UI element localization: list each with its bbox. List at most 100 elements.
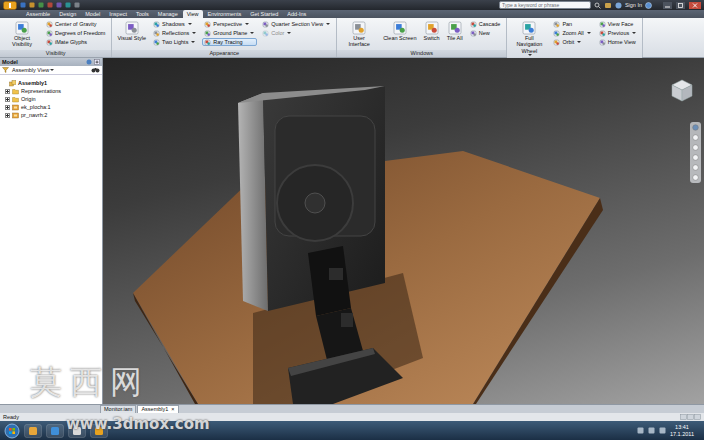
ribbon-button[interactable]: Visual Style	[115, 20, 148, 42]
ribbon-button[interactable]: Reflections	[151, 29, 199, 37]
ribbon-button[interactable]: Two Lights	[151, 38, 199, 46]
expand-toggle[interactable]	[5, 97, 10, 102]
ribbon-button[interactable]: User Interface	[340, 20, 378, 49]
navigation-tool-icon[interactable]	[692, 154, 699, 161]
ribbon-button[interactable]: Center of Gravity	[44, 20, 108, 28]
ribbon-tab[interactable]: Environments	[204, 10, 246, 18]
quick-access-icon[interactable]	[20, 2, 26, 8]
dropdown-arrow-icon[interactable]	[191, 41, 195, 43]
dropdown-arrow-icon[interactable]	[287, 32, 291, 34]
ribbon-button[interactable]: Shadows	[151, 20, 199, 28]
quick-access-icon[interactable]	[29, 2, 35, 8]
tool-icon	[204, 21, 211, 28]
ribbon-button[interactable]: Tile All	[445, 20, 465, 42]
browser-header: Model	[0, 58, 102, 66]
navigation-tool-icon[interactable]	[692, 134, 699, 141]
watermark: 莫西网www.3dmox.com	[30, 364, 210, 433]
expand-toggle[interactable]	[5, 89, 10, 94]
quick-access-icon[interactable]	[74, 2, 80, 8]
document-tab[interactable]: Monitor.iam	[100, 405, 136, 413]
dropdown-arrow-icon[interactable]	[245, 23, 249, 25]
dropdown-arrow-icon[interactable]	[192, 32, 196, 34]
taskbar-app-icon[interactable]	[90, 424, 108, 438]
ribbon-tab[interactable]: View	[183, 10, 203, 18]
ribbon-button[interactable]: Ray Tracing	[202, 38, 257, 46]
navigation-tool-icon[interactable]	[692, 164, 699, 171]
sign-in-link[interactable]: Sign In	[625, 1, 642, 9]
ribbon-tab[interactable]: Assemble	[22, 10, 54, 18]
tool-icon	[553, 30, 560, 37]
ribbon-button[interactable]: Degrees of Freedom	[44, 29, 108, 37]
ribbon-tab[interactable]: Get Started	[246, 10, 282, 18]
tree-item[interactable]: Assembly1	[0, 79, 102, 87]
ribbon-button[interactable]: View Face	[597, 20, 639, 28]
search-icon	[594, 2, 601, 9]
tool-icon	[599, 21, 606, 28]
tool-icon	[553, 21, 560, 28]
tool-icon	[46, 21, 53, 28]
navigation-tool-icon[interactable]	[692, 174, 699, 181]
ribbon-button-label: Perspective	[213, 20, 242, 28]
ribbon-button[interactable]: Ground Plane	[202, 29, 257, 37]
quick-access-icon[interactable]	[47, 2, 53, 8]
navigation-tool-icon[interactable]	[692, 124, 699, 131]
navigation-bar[interactable]	[690, 122, 701, 183]
dropdown-arrow-icon[interactable]	[188, 23, 192, 25]
ribbon-tab[interactable]: Add-Ins	[283, 10, 310, 18]
dropdown-arrow-icon[interactable]	[577, 41, 581, 43]
dropdown-arrow-icon[interactable]	[528, 54, 532, 56]
ribbon-button[interactable]: Switch	[421, 20, 441, 42]
document-tab[interactable]: Assembly1×	[137, 405, 178, 413]
ribbon-button[interactable]: Object Visibility	[3, 20, 41, 49]
quick-access-icon[interactable]	[56, 2, 62, 8]
quick-access-icon[interactable]	[65, 2, 71, 8]
ribbon-button[interactable]: Home View	[597, 38, 639, 46]
ribbon-button[interactable]: Orbit	[551, 38, 593, 46]
tree-item[interactable]: pr_navrh:2	[0, 111, 102, 119]
dropdown-arrow-icon[interactable]	[632, 32, 636, 34]
dropdown-arrow-icon[interactable]	[326, 23, 330, 25]
navigation-tool-icon[interactable]	[692, 144, 699, 151]
ribbon-group-label[interactable]: Appearance	[112, 50, 336, 57]
clock[interactable]: 13:4117.1.2011	[670, 424, 700, 437]
viewcube-icon[interactable]	[668, 76, 696, 104]
start-button-icon[interactable]	[4, 423, 20, 439]
ribbon-group-label[interactable]: Windows	[337, 50, 506, 57]
ribbon-button-label: Color	[271, 29, 284, 37]
assembly-icon	[9, 80, 16, 87]
ribbon-button[interactable]: Full Navigation Wheel	[510, 20, 548, 57]
tree-item[interactable]: Representations	[0, 87, 102, 95]
search-box[interactable]	[499, 1, 591, 9]
ribbon-group-label[interactable]: Visibility	[0, 50, 111, 57]
tree-item[interactable]: ek_plocha:1	[0, 103, 102, 111]
ribbon-button[interactable]: Cascade	[468, 20, 504, 28]
tree-item[interactable]: Origin	[0, 95, 102, 103]
ribbon-tab[interactable]: Manage	[154, 10, 182, 18]
taskbar-app-icon[interactable]	[24, 424, 42, 438]
ribbon-button[interactable]: Pan	[551, 20, 593, 28]
ribbon-tab[interactable]: Inspect	[105, 10, 131, 18]
ribbon-button[interactable]: Perspective	[202, 20, 257, 28]
quick-access-icon[interactable]	[38, 2, 44, 8]
ribbon-button-label: Ground Plane	[213, 29, 247, 37]
dropdown-arrow-icon[interactable]	[250, 32, 254, 34]
ribbon-tab[interactable]: Tools	[132, 10, 153, 18]
expand-toggle[interactable]	[5, 113, 10, 118]
ribbon-tab[interactable]: Design	[55, 10, 80, 18]
taskbar-app-icon[interactable]	[46, 424, 64, 438]
taskbar-app-icon[interactable]	[68, 424, 86, 438]
ribbon-button-label: Quarter Section View	[271, 20, 323, 28]
ribbon-button[interactable]: Zoom All	[551, 29, 593, 37]
dropdown-arrow-icon[interactable]	[587, 32, 591, 34]
binoculars-icon	[91, 67, 100, 73]
ribbon-button[interactable]: iMate Glyphs	[44, 38, 108, 46]
dropdown-arrow-icon[interactable]	[50, 69, 54, 71]
view-dropdown[interactable]: Assembly View	[12, 66, 88, 74]
ribbon-button[interactable]: Previous	[597, 29, 639, 37]
ribbon-button[interactable]: New	[468, 29, 504, 37]
ribbon-button[interactable]: Clean Screen	[381, 20, 418, 42]
expand-toggle[interactable]	[5, 105, 10, 110]
close-tab-button[interactable]: ×	[171, 406, 174, 413]
ribbon-tab[interactable]: Model	[81, 10, 104, 18]
ribbon-button[interactable]: Quarter Section View	[260, 20, 333, 28]
